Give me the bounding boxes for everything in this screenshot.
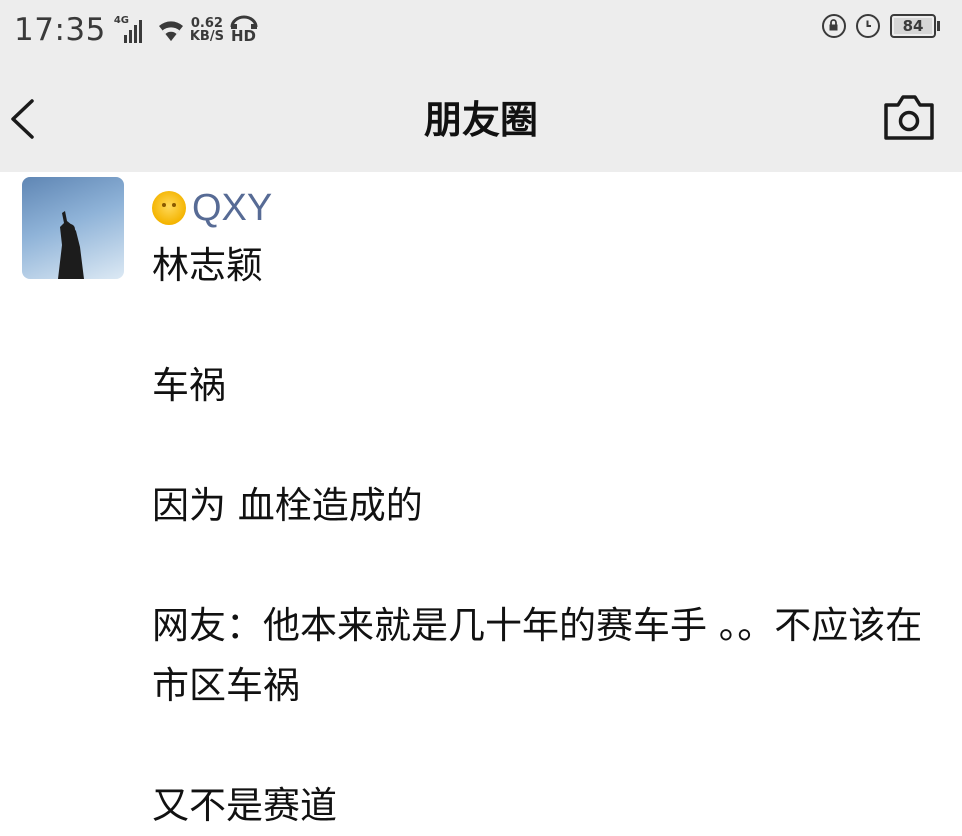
rotation-lock-icon	[822, 14, 846, 38]
battery-level: 84	[894, 17, 932, 35]
status-time: 17:35	[14, 12, 106, 48]
avatar[interactable]	[22, 177, 124, 279]
post-paragraph: 网友：他本来就是几十年的赛车手 。。不应该在市区车祸	[152, 604, 923, 707]
hd-call-icon: HD	[230, 15, 258, 45]
cellular-signal-icon: 4G	[114, 15, 150, 43]
alarm-clock-icon	[856, 14, 880, 38]
network-speed: 0.62 KB/S	[190, 17, 224, 43]
silhouette-icon	[58, 211, 84, 279]
post-paragraph: 林志颖	[152, 244, 263, 287]
battery-icon: 84	[890, 14, 940, 38]
post-paragraph: 因为 血栓造成的	[152, 484, 423, 527]
page-title: 朋友圈	[423, 98, 538, 142]
sun-face-icon	[152, 191, 186, 225]
status-bar: 17:35 4G 0.62 KB/S HD 84	[0, 0, 962, 68]
camera-icon[interactable]	[878, 92, 940, 144]
network-speed-unit: KB/S	[189, 29, 224, 44]
moment-post: QXY 林志颖 车祸 因为 血栓造成的 网友：他本来就是几十年的赛车手 。。不应…	[152, 182, 952, 836]
post-paragraph: 又不是赛道	[152, 784, 337, 827]
post-body: 林志颖 车祸 因为 血栓造成的 网友：他本来就是几十年的赛车手 。。不应该在市区…	[152, 236, 952, 836]
wifi-icon	[158, 21, 183, 41]
author-row[interactable]: QXY	[152, 182, 952, 234]
back-arrow-icon[interactable]	[2, 86, 52, 152]
nav-bar: 朋友圈	[0, 68, 962, 172]
author-name[interactable]: QXY	[192, 187, 272, 230]
post-paragraph: 车祸	[152, 364, 226, 407]
hd-label: HD	[230, 27, 256, 45]
